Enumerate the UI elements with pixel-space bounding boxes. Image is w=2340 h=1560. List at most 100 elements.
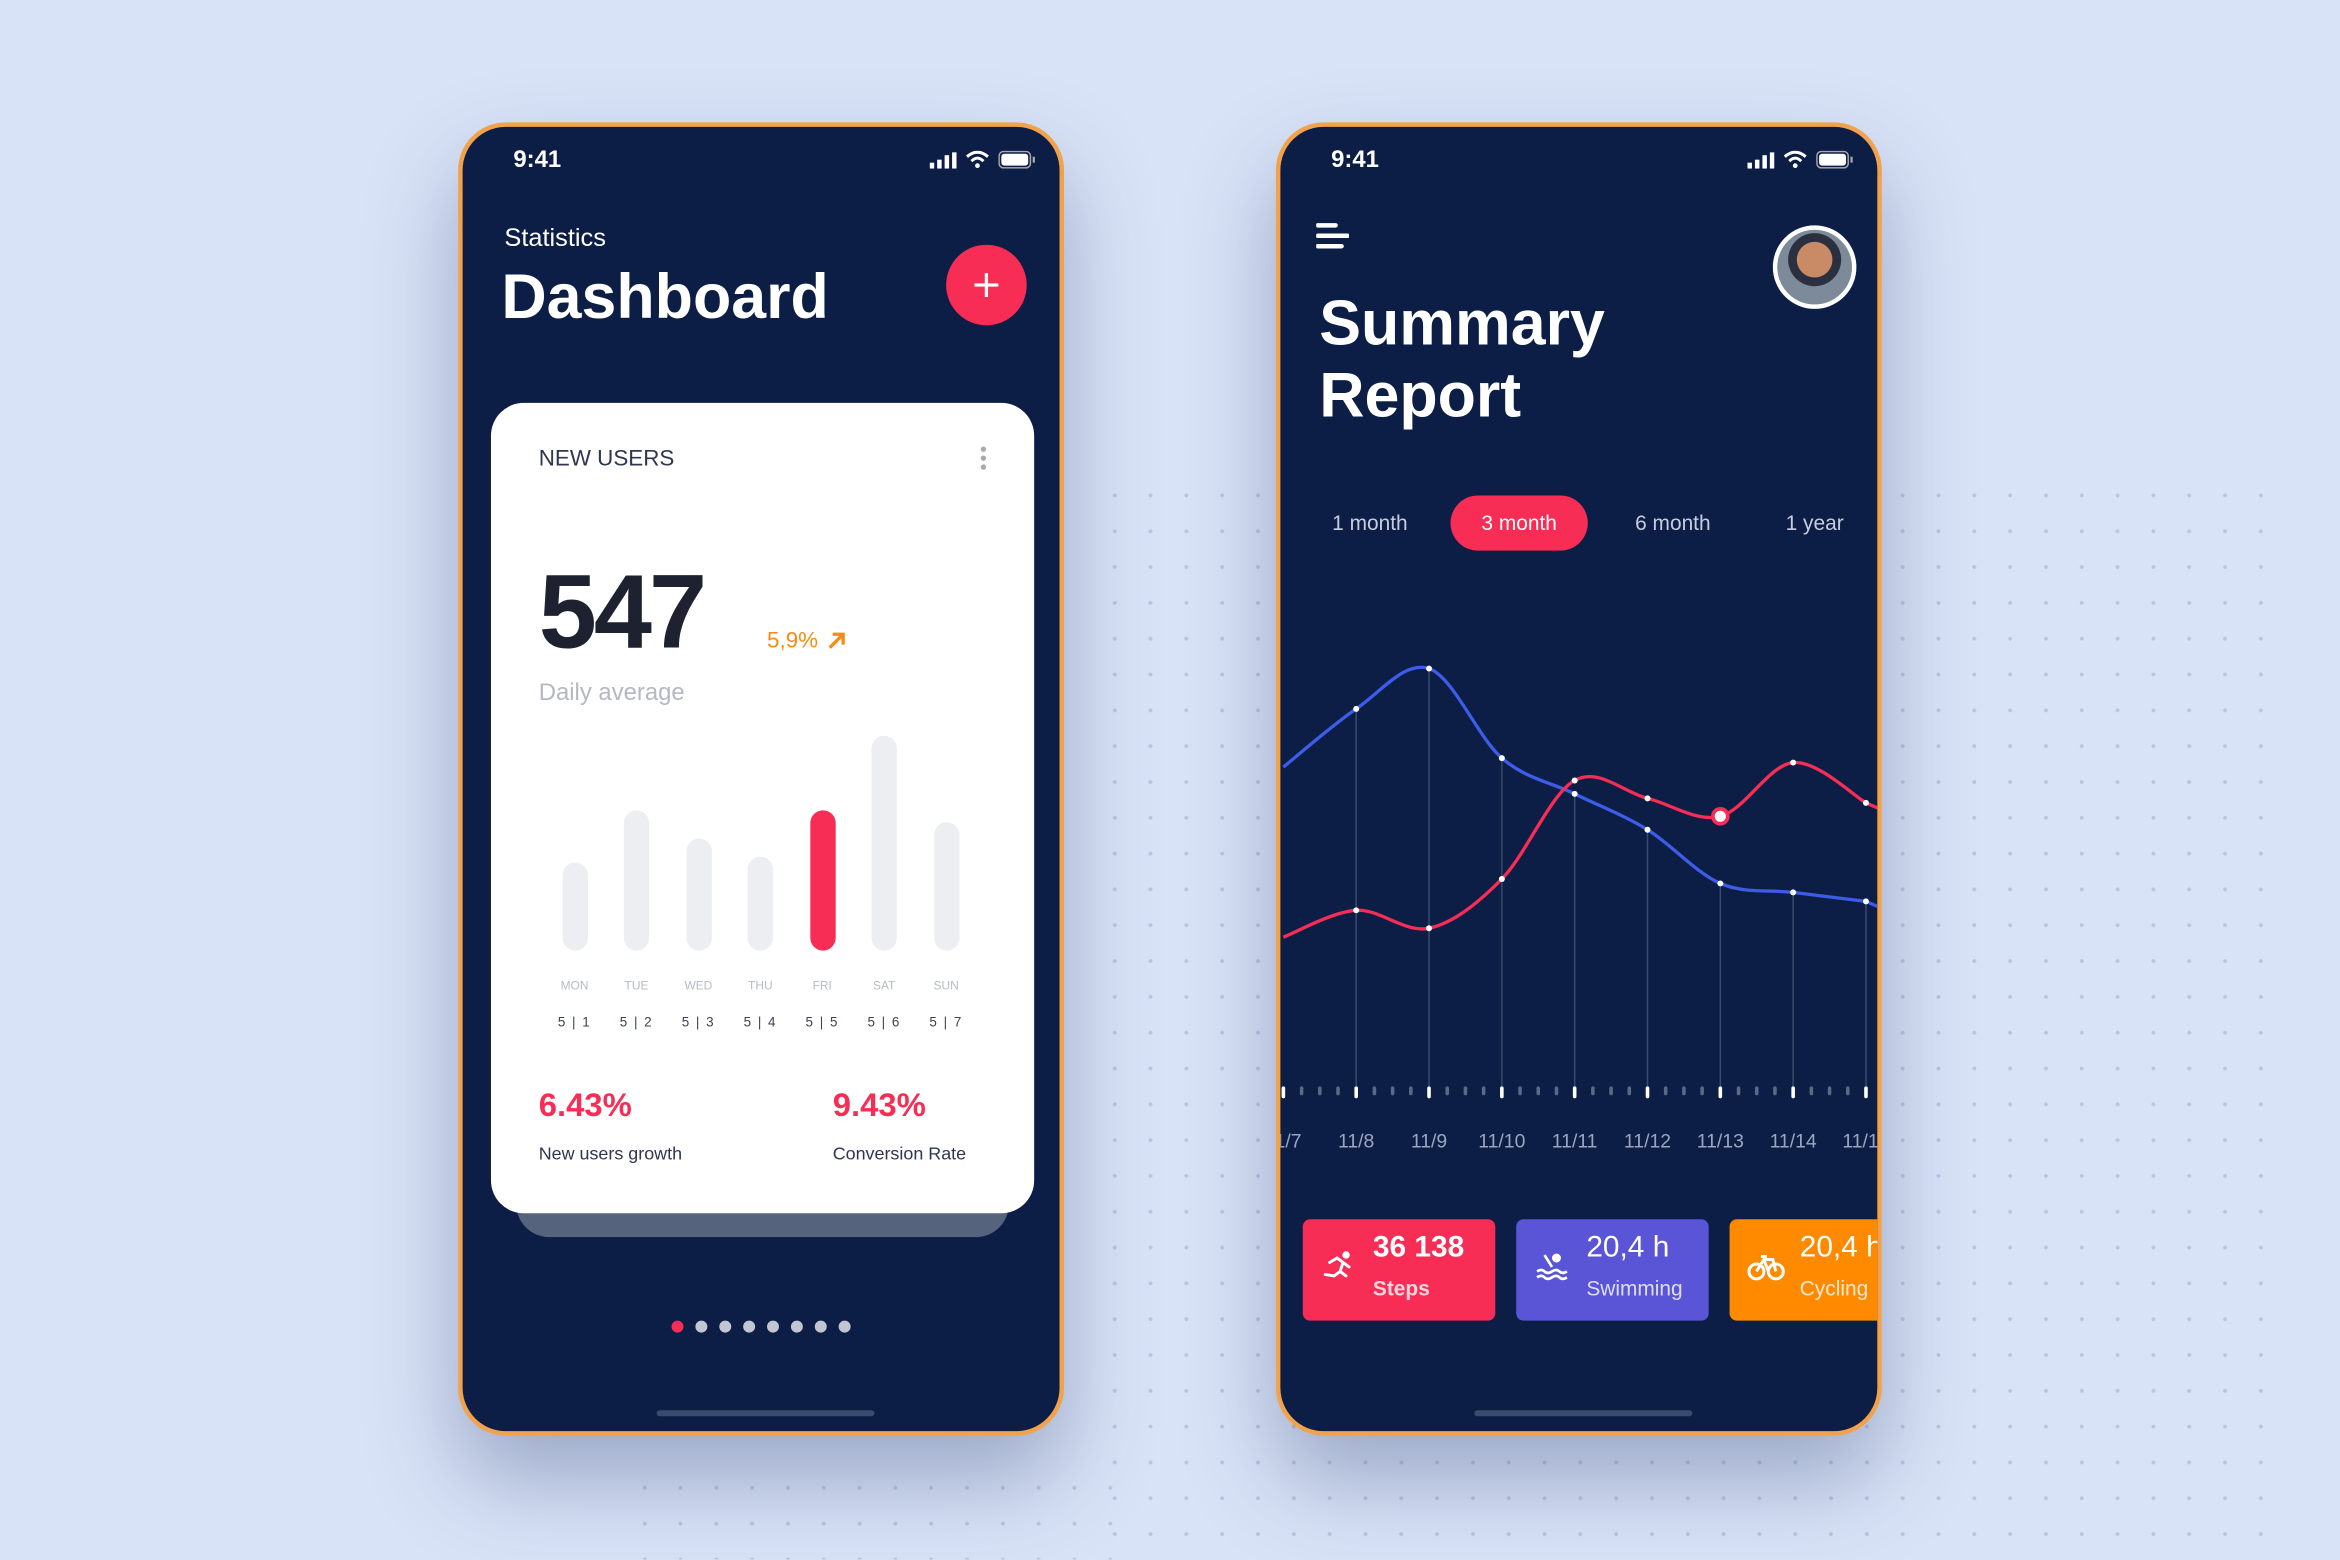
series-line-0	[1282, 665, 1878, 909]
x-tick-label: 11/10	[1478, 1129, 1526, 1153]
day-label: SAT	[873, 978, 896, 993]
tile-swimming[interactable]: 20,4 h Swimming	[1516, 1219, 1709, 1321]
data-point	[1717, 880, 1724, 887]
major-tick	[1718, 1086, 1723, 1099]
minor-tick	[1663, 1086, 1668, 1096]
minor-tick	[1627, 1086, 1632, 1096]
new-users-card: NEW USERS 547 5,9% Daily average MON 5 | …	[490, 402, 1035, 1214]
page-dot[interactable]	[790, 1320, 803, 1333]
home-indicator	[1474, 1410, 1693, 1417]
bar-sat[interactable]	[871, 735, 897, 951]
bar-mon[interactable]	[561, 862, 588, 951]
minor-tick	[1536, 1086, 1541, 1096]
major-tick	[1572, 1086, 1577, 1099]
status-time: 9:41	[513, 147, 562, 174]
bar-tue[interactable]	[623, 810, 650, 951]
date-label: 5 | 3	[681, 1014, 716, 1030]
minor-tick	[1336, 1086, 1340, 1096]
minor-tick	[1827, 1086, 1832, 1096]
data-point	[1790, 889, 1797, 896]
summary-phone: 9:41 Summary Report 1 month 3 month 6 mo…	[1275, 122, 1882, 1436]
tile-value: 36 138	[1372, 1231, 1465, 1264]
x-tick-label: 11/13	[1696, 1129, 1744, 1153]
date-label: 5 | 1	[557, 1014, 592, 1030]
tile-steps[interactable]: 36 138 Steps	[1302, 1219, 1496, 1321]
page-indicator[interactable]	[463, 1313, 1060, 1340]
minor-tick	[1409, 1086, 1413, 1096]
running-icon	[1323, 1251, 1351, 1278]
page-dot[interactable]	[695, 1320, 708, 1333]
major-tick	[1864, 1086, 1868, 1099]
major-tick	[1645, 1086, 1650, 1099]
page-dot[interactable]	[814, 1320, 827, 1333]
growth-label: New users growth	[538, 1143, 683, 1164]
bar-thu[interactable]	[747, 856, 774, 951]
bar-chart: MON 5 | 1 TUE 5 | 2 WED 5 | 3 THU 5 | 4 FRI 5 | 5…	[491, 403, 1034, 1045]
highlighted-point	[1710, 806, 1730, 826]
minor-tick	[1736, 1086, 1741, 1096]
data-point	[1571, 790, 1578, 797]
wifi-icon	[966, 150, 989, 169]
x-tick-label: 11/15	[1842, 1129, 1879, 1153]
page-title: Dashboard	[501, 261, 829, 332]
x-tick-label: 11/8	[1338, 1129, 1375, 1153]
day-label: MON	[560, 978, 589, 993]
add-button[interactable]	[946, 244, 1027, 326]
battery-icon	[998, 150, 1035, 169]
minor-tick	[1809, 1086, 1814, 1096]
minor-tick	[1372, 1086, 1377, 1096]
day-label: FRI	[812, 978, 832, 993]
tile-label: Cycling	[1799, 1275, 1869, 1300]
data-point	[1426, 925, 1433, 932]
line-chart	[1281, 665, 1878, 1099]
data-point	[1426, 665, 1433, 672]
tile-value: 20,4 h	[1799, 1231, 1882, 1264]
page-dot[interactable]	[671, 1320, 684, 1333]
date-label: 5 | 5	[805, 1014, 839, 1030]
day-label: TUE	[624, 978, 649, 993]
day-label: SUN	[933, 978, 959, 993]
page-dot[interactable]	[767, 1320, 779, 1333]
day-label: THU	[748, 978, 773, 993]
page-dot[interactable]	[743, 1320, 756, 1333]
bar-fri[interactable]	[809, 810, 835, 951]
data-point	[1498, 755, 1505, 762]
minor-tick	[1754, 1086, 1759, 1096]
tile-value: 20,4 h	[1586, 1231, 1670, 1264]
x-tick-label: 11/12	[1623, 1129, 1672, 1153]
data-point	[1862, 799, 1869, 806]
major-tick	[1500, 1086, 1504, 1099]
tile-cycling[interactable]: 20,4 h Cycling	[1729, 1219, 1882, 1321]
data-point	[1571, 777, 1578, 784]
date-label: 5 | 6	[867, 1014, 901, 1030]
page-dot[interactable]	[719, 1320, 732, 1333]
data-point	[1790, 759, 1797, 766]
x-tick-label: 11/14	[1769, 1129, 1817, 1153]
minor-tick	[1773, 1086, 1777, 1096]
date-label: 5 | 4	[743, 1014, 777, 1030]
major-tick	[1427, 1086, 1431, 1099]
minor-tick	[1317, 1086, 1322, 1096]
data-point	[1862, 898, 1869, 905]
tile-label: Steps	[1372, 1275, 1430, 1300]
bicycle-icon	[1747, 1255, 1785, 1281]
date-label: 5 | 2	[619, 1014, 654, 1030]
date-label: 5 | 7	[929, 1014, 963, 1030]
minor-tick	[1591, 1086, 1595, 1096]
page-subtitle: Statistics	[504, 223, 606, 253]
growth-value: 6.43%	[538, 1086, 632, 1124]
minor-tick	[1682, 1086, 1686, 1096]
data-point	[1353, 705, 1360, 712]
conversion-label: Conversion Rate	[832, 1143, 967, 1164]
x-tick-label: 11/9	[1410, 1129, 1448, 1153]
major-tick	[1791, 1086, 1795, 1099]
bar-wed[interactable]	[685, 838, 712, 951]
minor-tick	[1845, 1086, 1850, 1096]
dashboard-phone: 9:41 Statistics Dashboard NEW USERS 547 …	[458, 122, 1065, 1436]
minor-tick	[1390, 1086, 1395, 1096]
page-dot[interactable]	[838, 1320, 851, 1333]
bar-sun[interactable]	[933, 821, 959, 951]
data-point	[1498, 875, 1505, 882]
x-tick-label: 11/7	[1280, 1129, 1302, 1153]
minor-tick	[1518, 1086, 1522, 1096]
